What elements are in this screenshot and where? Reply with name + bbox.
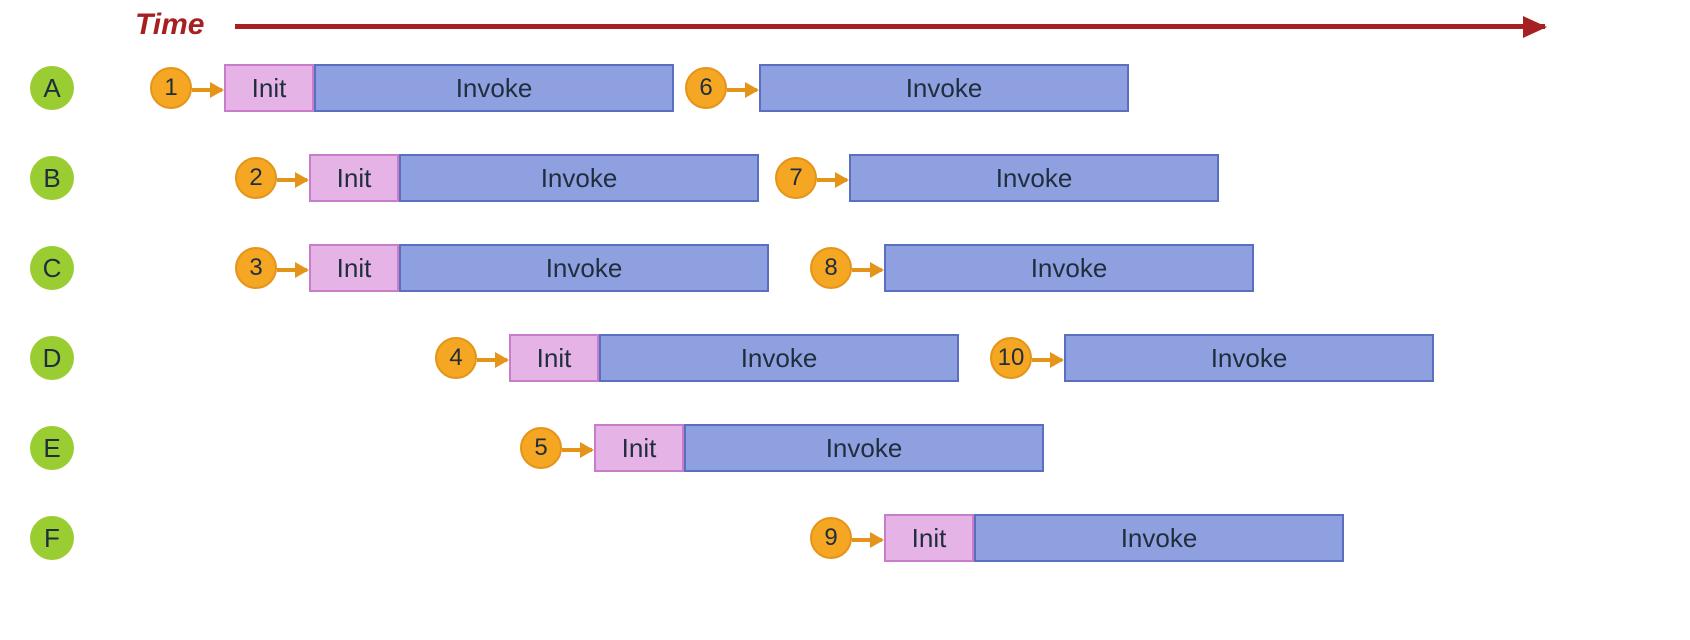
init-segment-9: Init [884,514,974,562]
request-arrow-9 [852,538,882,542]
request-arrow-8 [852,268,882,272]
time-axis-arrow [235,24,1545,29]
request-arrow-10 [1032,358,1062,362]
request-badge-5: 5 [520,427,562,469]
init-segment-5: Init [594,424,684,472]
lane-badge-D: D [30,336,74,380]
invoke-segment-10: Invoke [1064,334,1434,382]
init-segment-2: Init [309,154,399,202]
time-axis-label: Time [135,8,204,42]
request-badge-4: 4 [435,337,477,379]
invoke-segment-8: Invoke [884,244,1254,292]
lane-badge-F: F [30,516,74,560]
request-badge-6: 6 [685,67,727,109]
lane-badge-E: E [30,426,74,470]
invoke-segment-5: Invoke [684,424,1044,472]
invoke-segment-4: Invoke [599,334,959,382]
lane-badge-B: B [30,156,74,200]
request-badge-1: 1 [150,67,192,109]
request-arrow-3 [277,268,307,272]
lane-badge-A: A [30,66,74,110]
concurrency-diagram: Time ABCDEF1InitInvoke6Invoke2InitInvoke… [0,0,1690,640]
request-badge-3: 3 [235,247,277,289]
request-arrow-1 [192,88,222,92]
request-arrow-5 [562,448,592,452]
invoke-segment-3: Invoke [399,244,769,292]
init-segment-1: Init [224,64,314,112]
invoke-segment-2: Invoke [399,154,759,202]
invoke-segment-7: Invoke [849,154,1219,202]
request-arrow-6 [727,88,757,92]
request-arrow-2 [277,178,307,182]
init-segment-3: Init [309,244,399,292]
request-badge-7: 7 [775,157,817,199]
request-arrow-7 [817,178,847,182]
request-badge-9: 9 [810,517,852,559]
invoke-segment-1: Invoke [314,64,674,112]
request-badge-8: 8 [810,247,852,289]
request-badge-10: 10 [990,337,1032,379]
init-segment-4: Init [509,334,599,382]
lane-badge-C: C [30,246,74,290]
request-badge-2: 2 [235,157,277,199]
invoke-segment-6: Invoke [759,64,1129,112]
invoke-segment-9: Invoke [974,514,1344,562]
request-arrow-4 [477,358,507,362]
